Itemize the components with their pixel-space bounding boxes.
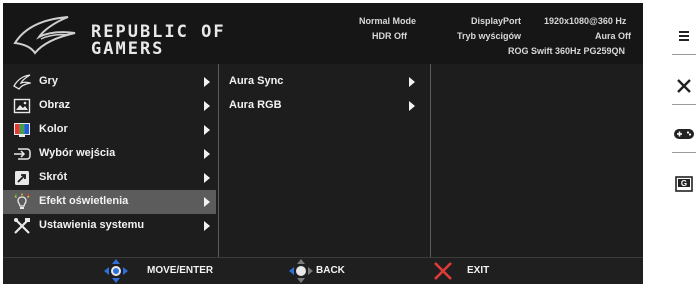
submenu-item-label: Aura RGB bbox=[229, 99, 282, 111]
menu-item-image[interactable]: Obraz bbox=[3, 94, 216, 118]
lighting-icon bbox=[14, 193, 30, 209]
input-status: DisplayPort bbox=[471, 16, 522, 26]
model-name: ROG Swift 360Hz PG259QN bbox=[508, 46, 626, 56]
chevron-right-icon bbox=[204, 173, 210, 183]
gamepad-icon bbox=[674, 129, 694, 139]
menu-item-color[interactable]: Kolor bbox=[3, 118, 216, 142]
image-icon bbox=[13, 98, 31, 114]
back-label: BACK bbox=[316, 265, 345, 276]
chevron-right-icon bbox=[204, 221, 210, 231]
menu-item-system-settings[interactable]: Ustawienia systemu bbox=[3, 214, 216, 238]
menu-item-label: Ustawienia systemu bbox=[39, 219, 145, 231]
exit-x-icon bbox=[434, 262, 452, 280]
chevron-right-icon bbox=[204, 101, 210, 111]
logo-line2: GAMERS bbox=[91, 39, 165, 59]
key-divider bbox=[672, 104, 696, 105]
move-enter-label: MOVE/ENTER bbox=[147, 265, 214, 276]
menu-item-label: Gry bbox=[39, 75, 58, 87]
gameplus-icon: G bbox=[675, 176, 693, 192]
gameplus-letter: G bbox=[681, 179, 687, 188]
menu-item-label: Wybór wejścia bbox=[39, 147, 116, 159]
chevron-right-icon bbox=[409, 77, 415, 87]
color-icon bbox=[14, 123, 30, 137]
back-hint: BACK bbox=[288, 258, 388, 284]
rog-eye-icon bbox=[13, 16, 76, 55]
chevron-right-icon bbox=[204, 197, 210, 207]
back-navigation-icon bbox=[289, 259, 313, 283]
move-enter-hint: MOVE/ENTER bbox=[103, 258, 243, 284]
main-menu: Gry Obraz Kolor Wybór wejścia Skrót Efek… bbox=[3, 64, 643, 257]
menu-item-label: Skrót bbox=[39, 171, 68, 183]
gamepad-claw-icon bbox=[13, 74, 31, 90]
submenu-item-aura-sync[interactable]: Aura Sync bbox=[219, 70, 429, 94]
gameplus-key[interactable]: G bbox=[672, 172, 696, 196]
resolution-status: 1920x1080@360 Hz bbox=[544, 16, 627, 26]
close-key[interactable] bbox=[672, 74, 696, 98]
chevron-right-icon bbox=[409, 101, 415, 111]
menu-column-options bbox=[430, 64, 643, 257]
menu-item-label: Efekt oświetlenia bbox=[39, 195, 129, 207]
five-way-navigation-icon bbox=[104, 259, 128, 283]
submenu-item-label: Aura Sync bbox=[229, 75, 284, 87]
input-icon bbox=[14, 148, 31, 160]
submenu-item-aura-rgb[interactable]: Aura RGB bbox=[219, 94, 429, 118]
key-divider bbox=[672, 152, 696, 153]
mode-status: Normal Mode bbox=[359, 16, 417, 26]
racing-mode-status: Tryb wyścigów bbox=[457, 31, 522, 41]
menu-item-input-select[interactable]: Wybór wejścia bbox=[3, 142, 216, 166]
rog-logo: REPUBLIC OF GAMERS bbox=[13, 13, 243, 58]
rog-logo-text: REPUBLIC OF GAMERS bbox=[91, 24, 226, 58]
aura-status: Aura Off bbox=[595, 31, 631, 41]
menu-icon bbox=[679, 31, 689, 41]
exit-label: EXIT bbox=[467, 265, 490, 276]
osd-window: REPUBLIC OF GAMERS Normal Mode HDR Off D… bbox=[3, 3, 643, 284]
menu-item-games[interactable]: Gry bbox=[3, 70, 216, 94]
close-icon bbox=[677, 79, 691, 93]
chevron-right-icon bbox=[204, 125, 210, 135]
shortcut-icon bbox=[15, 171, 29, 185]
osd-footer: MOVE/ENTER BACK EXIT bbox=[3, 257, 643, 284]
menu-column-main: Gry Obraz Kolor Wybór wejścia Skrót Efek… bbox=[3, 64, 216, 257]
menu-item-shortcut[interactable]: Skrót bbox=[3, 166, 216, 190]
chevron-right-icon bbox=[204, 77, 210, 87]
exit-hint: EXIT bbox=[433, 258, 533, 284]
menu-item-label: Kolor bbox=[39, 123, 68, 135]
osd-header: REPUBLIC OF GAMERS Normal Mode HDR Off D… bbox=[3, 3, 643, 64]
menu-item-lighting-effect[interactable]: Efekt oświetlenia bbox=[3, 190, 216, 214]
menu-column-sub: Aura Sync Aura RGB bbox=[218, 64, 429, 257]
menu-key[interactable] bbox=[672, 24, 696, 48]
gamepad-key[interactable] bbox=[672, 122, 696, 146]
menu-item-label: Obraz bbox=[39, 99, 71, 111]
chevron-right-icon bbox=[204, 149, 210, 159]
hdr-status: HDR Off bbox=[372, 31, 407, 41]
key-divider bbox=[672, 54, 696, 55]
system-tools-icon bbox=[14, 218, 30, 234]
